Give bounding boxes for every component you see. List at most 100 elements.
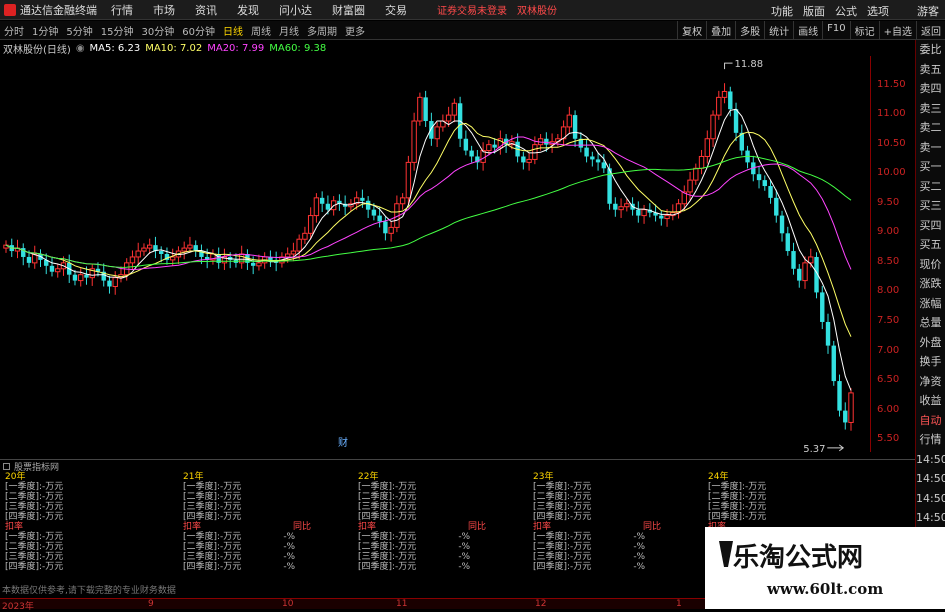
side-panel-item[interactable]: 14:50 [916,469,945,489]
back-button[interactable]: 返回 [916,21,945,40]
side-panel-item[interactable]: 委比 [916,40,945,60]
tab-daily[interactable]: 日线 [219,23,247,38]
menu-guest[interactable]: 游客 [917,3,939,19]
candle [601,162,607,169]
menu-item-trade[interactable]: 交易 [385,2,407,18]
collapse-icon[interactable] [3,462,10,470]
menu-function[interactable]: 功能 [771,3,793,19]
side-panel-item[interactable]: 卖四 [916,79,945,99]
side-panel-item[interactable]: 收益 [916,391,945,411]
side-panel-item[interactable]: 卖一 [916,138,945,158]
restore-rights-button[interactable]: 复权 [677,21,706,40]
candlestick-chart[interactable]: 11.88 5.37 财 [0,56,868,452]
side-panel-item[interactable]: 行情 [916,430,945,450]
menu-formula[interactable]: 公式 [835,3,857,19]
mark-button[interactable]: 标记 [849,21,879,40]
side-panel-item[interactable]: 净资 [916,372,945,392]
menu-item-ask[interactable]: 问小达 [279,2,312,18]
candle [383,221,388,234]
candle [624,203,630,208]
finance-quarter: [三季度]:-万元 [183,502,242,512]
multi-stock-button[interactable]: 多股 [735,21,764,40]
side-panel-item[interactable]: 买二 [916,177,945,197]
price-tick: 5.50 [877,433,900,445]
finance-quarter: [三季度]:-万元 -% [358,552,471,562]
side-panel-item[interactable]: 自动 [916,411,945,431]
candle [762,180,767,187]
statistics-button[interactable]: 统计 [764,21,793,40]
tab-5min[interactable]: 5分钟 [62,23,96,38]
candle [423,97,428,122]
side-panel-item[interactable]: 涨幅 [916,294,945,314]
tab-monthly[interactable]: 月线 [275,23,303,38]
candle [181,247,187,252]
side-panel-item[interactable]: 14:50 [916,489,945,509]
date-tick: 2023年 [2,602,34,612]
ma10-value: MA10: 7.02 [145,42,203,54]
menu-item-market[interactable]: 市场 [153,2,175,18]
finance-quarter: [四季度]:-万元 [5,512,64,522]
menu-options[interactable]: 选项 [867,3,889,19]
candle [302,232,308,240]
side-panel-item[interactable]: 卖二 [916,118,945,138]
candle [451,102,458,116]
candle [284,253,291,258]
overlay-button[interactable]: 叠加 [706,21,735,40]
finance-event-marker[interactable]: 财 [338,436,348,449]
high-marker [724,62,733,70]
side-panel-item[interactable]: 换手 [916,352,945,372]
tab-weekly[interactable]: 周线 [247,23,275,38]
side-panel-item[interactable]: 买五 [916,235,945,255]
f10-button[interactable]: F10 [822,21,849,40]
menu-item-news[interactable]: 资讯 [195,2,217,18]
menu-item-market-quotes[interactable]: 行情 [111,2,133,18]
finance-quarter: [一季度]:-万元 -% [358,532,471,542]
price-tick: 9.50 [877,196,900,208]
menu-item-wealth[interactable]: 财富圈 [332,2,365,18]
login-status[interactable]: 证券交易未登录 [437,2,507,17]
side-panel-item[interactable]: 14:50 [916,508,945,528]
draw-line-button[interactable]: 画线 [793,21,822,40]
side-panel-item[interactable]: 卖五 [916,60,945,80]
candle [774,197,779,216]
tab-multi-period[interactable]: 多周期 [303,23,341,38]
side-panel-item[interactable]: 涨跌 [916,274,945,294]
high-label: 11.88 [735,59,764,70]
tab-1min[interactable]: 1分钟 [28,23,62,38]
side-panel-item[interactable]: 总量 [916,313,945,333]
candle [55,268,61,273]
finance-column: 22年 [一季度]:-万元 [二季度]:-万元 [三季度]:-万元 [四季度]:-万元扣… [358,472,486,572]
tab-intraday[interactable]: 分时 [0,23,28,38]
menu-item-discover[interactable]: 发现 [237,2,259,18]
candle [399,197,406,205]
candle [371,209,377,216]
candle [365,200,371,210]
add-watchlist-button[interactable]: +自选 [878,21,916,40]
settings-icon[interactable]: ◉ [76,43,85,54]
tab-15min[interactable]: 15分钟 [97,23,138,38]
side-panel-item[interactable]: 外盘 [916,333,945,353]
candle [377,215,382,222]
ma5-line [5,108,852,391]
candle [135,250,141,258]
tab-60min[interactable]: 60分钟 [178,23,219,38]
tab-more[interactable]: 更多 [341,23,369,38]
candle [72,274,78,281]
candle [618,206,624,211]
side-panel-item[interactable]: 买一 [916,157,945,177]
candle [825,321,831,346]
finance-quarter: [一季度]:-万元 [708,482,767,492]
side-panel-item[interactable]: 14:50 [916,450,945,470]
finance-quarter: [三季度]:-万元 [533,502,592,512]
side-panel-item[interactable]: 买四 [916,216,945,236]
candle [170,256,176,261]
quote-side-panel[interactable]: 委比 卖五 卖四 卖三 卖二 卖一 买一 买二 买三 买四 买五 现价 涨跌 涨幅 总量 外盘 换手 净资 收益 自动… [915,40,945,540]
candle [49,265,55,272]
side-panel-item[interactable]: 现价 [916,255,945,275]
side-panel-item[interactable]: 买三 [916,196,945,216]
finance-quarter: [四季度]:-万元 [358,512,417,522]
menu-layout[interactable]: 版面 [803,3,825,19]
tab-30min[interactable]: 30分钟 [137,23,178,38]
finance-quarter: [四季度]:-万元 -% [183,562,296,572]
side-panel-item[interactable]: 卖三 [916,99,945,119]
